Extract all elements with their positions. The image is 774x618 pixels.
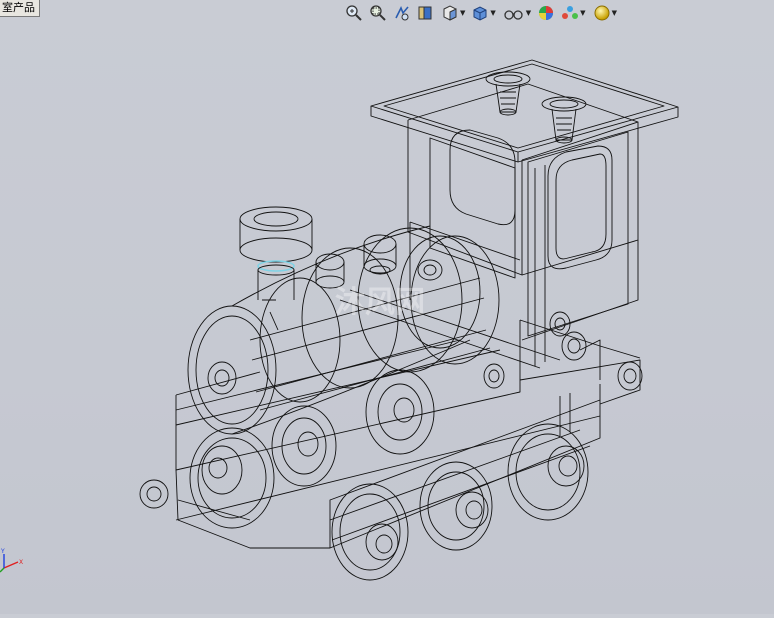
section-view-icon bbox=[418, 6, 432, 20]
edit-appearance-icon bbox=[539, 6, 554, 20]
locomotive-wireframe: 沐风网 bbox=[139, 59, 679, 581]
watermark: 沐风网 bbox=[335, 285, 425, 320]
chevron-down-icon: ▼ bbox=[580, 9, 586, 17]
graphics-viewport[interactable]: 沐风网 bbox=[0, 26, 774, 614]
cab-roof bbox=[370, 59, 679, 163]
apply-scene-button[interactable]: ▼ bbox=[560, 2, 586, 24]
triad-x-label: X bbox=[19, 559, 23, 566]
chevron-down-icon: ▼ bbox=[525, 9, 532, 17]
chevron-down-icon: ▼ bbox=[490, 9, 496, 17]
triad-y-label: Y bbox=[0, 548, 5, 555]
edit-appearance-button[interactable] bbox=[536, 2, 556, 24]
coordinate-triad: X Y bbox=[0, 548, 23, 573]
view-orientation-button[interactable]: ▼ bbox=[440, 2, 466, 24]
display-style-icon bbox=[473, 6, 487, 21]
display-style-button[interactable]: ▼ bbox=[470, 2, 496, 24]
wheels bbox=[139, 423, 591, 581]
boiler bbox=[187, 221, 521, 435]
cab-body bbox=[407, 83, 639, 366]
zoom-to-fit-button[interactable] bbox=[344, 2, 364, 24]
apply-scene-icon bbox=[562, 6, 579, 19]
chevron-down-icon: ▼ bbox=[460, 9, 466, 17]
steam-domes bbox=[315, 234, 397, 289]
view-settings-icon bbox=[594, 5, 610, 21]
section-view-button[interactable] bbox=[416, 2, 436, 24]
heads-up-view-toolbar: ▼ ▼ ▼ ▼ ▼ bbox=[344, 2, 618, 24]
chevron-down-icon: ▼ bbox=[611, 9, 617, 17]
zoom-to-area-button[interactable] bbox=[368, 2, 388, 24]
previous-view-button[interactable] bbox=[392, 2, 412, 24]
zoom-to-area-icon bbox=[370, 5, 386, 21]
view-orientation-icon bbox=[443, 5, 457, 21]
feature-tree-tab[interactable]: 室产品 bbox=[0, 0, 40, 17]
hide-show-items-icon bbox=[504, 10, 523, 20]
view-settings-button[interactable]: ▼ bbox=[592, 2, 618, 24]
previous-view-icon bbox=[395, 6, 409, 21]
zoom-to-fit-icon bbox=[346, 5, 362, 21]
smokestack bbox=[239, 206, 313, 300]
hide-show-items-button[interactable]: ▼ bbox=[502, 2, 532, 24]
frame bbox=[175, 289, 643, 549]
